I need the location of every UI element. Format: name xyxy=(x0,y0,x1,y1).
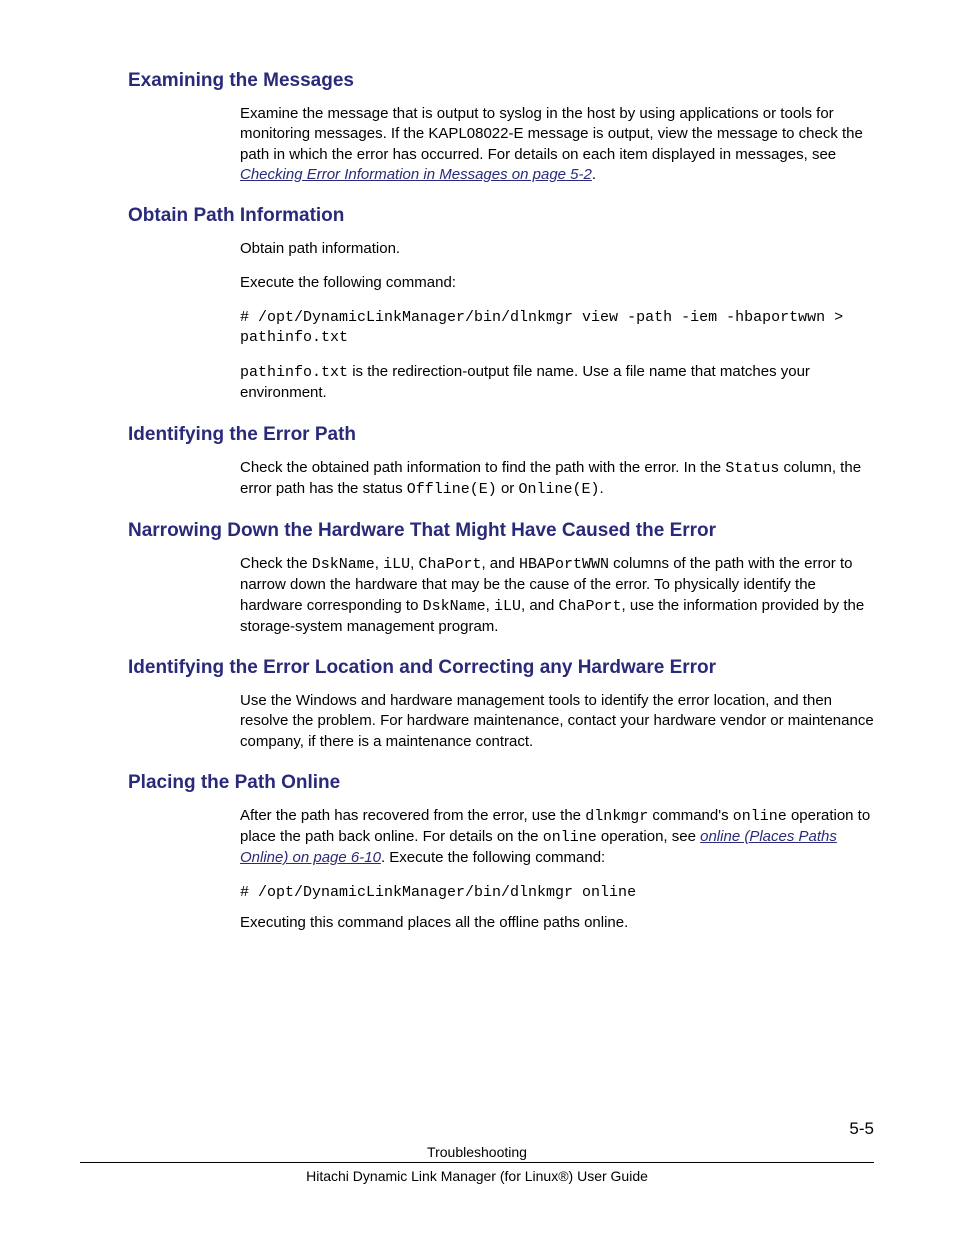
heading-identifying-error-location: Identifying the Error Location and Corre… xyxy=(128,657,874,679)
paragraph: pathinfo.txt is the redirection-output f… xyxy=(240,362,874,404)
code-inline: pathinfo.txt xyxy=(240,364,348,381)
text: operation, see xyxy=(597,828,700,845)
text: command's xyxy=(648,807,733,824)
heading-placing-path-online: Placing the Path Online xyxy=(128,772,874,794)
text: or xyxy=(497,480,519,497)
text: Check the xyxy=(240,555,312,572)
text: , and xyxy=(521,597,559,614)
heading-examining-messages: Examining the Messages xyxy=(128,70,874,92)
section-body: Check the DskName, iLU, ChaPort, and HBA… xyxy=(240,554,874,637)
code-inline: online xyxy=(543,829,597,846)
code-inline: Online(E) xyxy=(518,481,599,498)
link-checking-error-info[interactable]: Checking Error Information in Messages o… xyxy=(240,166,592,183)
footer-section-title: Troubleshooting xyxy=(427,1144,527,1160)
paragraph: Use the Windows and hardware management … xyxy=(240,691,874,752)
heading-identifying-error-path: Identifying the Error Path xyxy=(128,424,874,446)
footer-divider xyxy=(80,1162,874,1163)
code-inline: Status xyxy=(725,460,779,477)
section-body: After the path has recovered from the er… xyxy=(240,806,874,933)
heading-obtain-path-info: Obtain Path Information xyxy=(128,205,874,227)
code-inline: DskName xyxy=(312,556,375,573)
text: After the path has recovered from the er… xyxy=(240,807,585,824)
code-inline: iLU xyxy=(383,556,410,573)
code-block: # /opt/DynamicLinkManager/bin/dlnkmgr on… xyxy=(240,883,874,903)
code-inline: HBAPortWWN xyxy=(519,556,609,573)
page-footer: 5-5 Troubleshooting Hitachi Dynamic Link… xyxy=(80,1143,874,1187)
text: , xyxy=(486,597,494,614)
text: . Execute the following command: xyxy=(381,849,605,866)
text: . xyxy=(592,166,596,183)
code-inline: Offline(E) xyxy=(407,481,497,498)
paragraph: Examine the message that is output to sy… xyxy=(240,104,874,185)
page-number: 5-5 xyxy=(849,1117,874,1141)
code-inline: DskName xyxy=(423,598,486,615)
text: . xyxy=(599,480,603,497)
text: Check the obtained path information to f… xyxy=(240,459,725,476)
section-body: Examine the message that is output to sy… xyxy=(240,104,874,185)
code-inline: ChaPort xyxy=(559,598,622,615)
code-inline: iLU xyxy=(494,598,521,615)
paragraph: Execute the following command: xyxy=(240,273,874,293)
text: , and xyxy=(481,555,519,572)
code-inline: ChaPort xyxy=(418,556,481,573)
code-block: # /opt/DynamicLinkManager/bin/dlnkmgr vi… xyxy=(240,308,874,349)
code-inline: dlnkmgr xyxy=(585,808,648,825)
paragraph: Obtain path information. xyxy=(240,239,874,259)
section-body: Use the Windows and hardware management … xyxy=(240,691,874,752)
paragraph: Check the DskName, iLU, ChaPort, and HBA… xyxy=(240,554,874,637)
paragraph: Executing this command places all the of… xyxy=(240,913,874,933)
section-body: Obtain path information. Execute the fol… xyxy=(240,239,874,404)
footer-row: 5-5 Troubleshooting xyxy=(80,1143,874,1163)
page-container: Examining the Messages Examine the messa… xyxy=(0,0,954,1235)
text: Examine the message that is output to sy… xyxy=(240,105,863,163)
footer-doc-title: Hitachi Dynamic Link Manager (for Linux®… xyxy=(306,1168,648,1184)
footer-row: Hitachi Dynamic Link Manager (for Linux®… xyxy=(80,1167,874,1187)
code-inline: online xyxy=(733,808,787,825)
paragraph: After the path has recovered from the er… xyxy=(240,806,874,869)
heading-narrowing-down-hardware: Narrowing Down the Hardware That Might H… xyxy=(128,520,874,542)
section-body: Check the obtained path information to f… xyxy=(240,458,874,501)
text: , xyxy=(375,555,383,572)
paragraph: Check the obtained path information to f… xyxy=(240,458,874,501)
